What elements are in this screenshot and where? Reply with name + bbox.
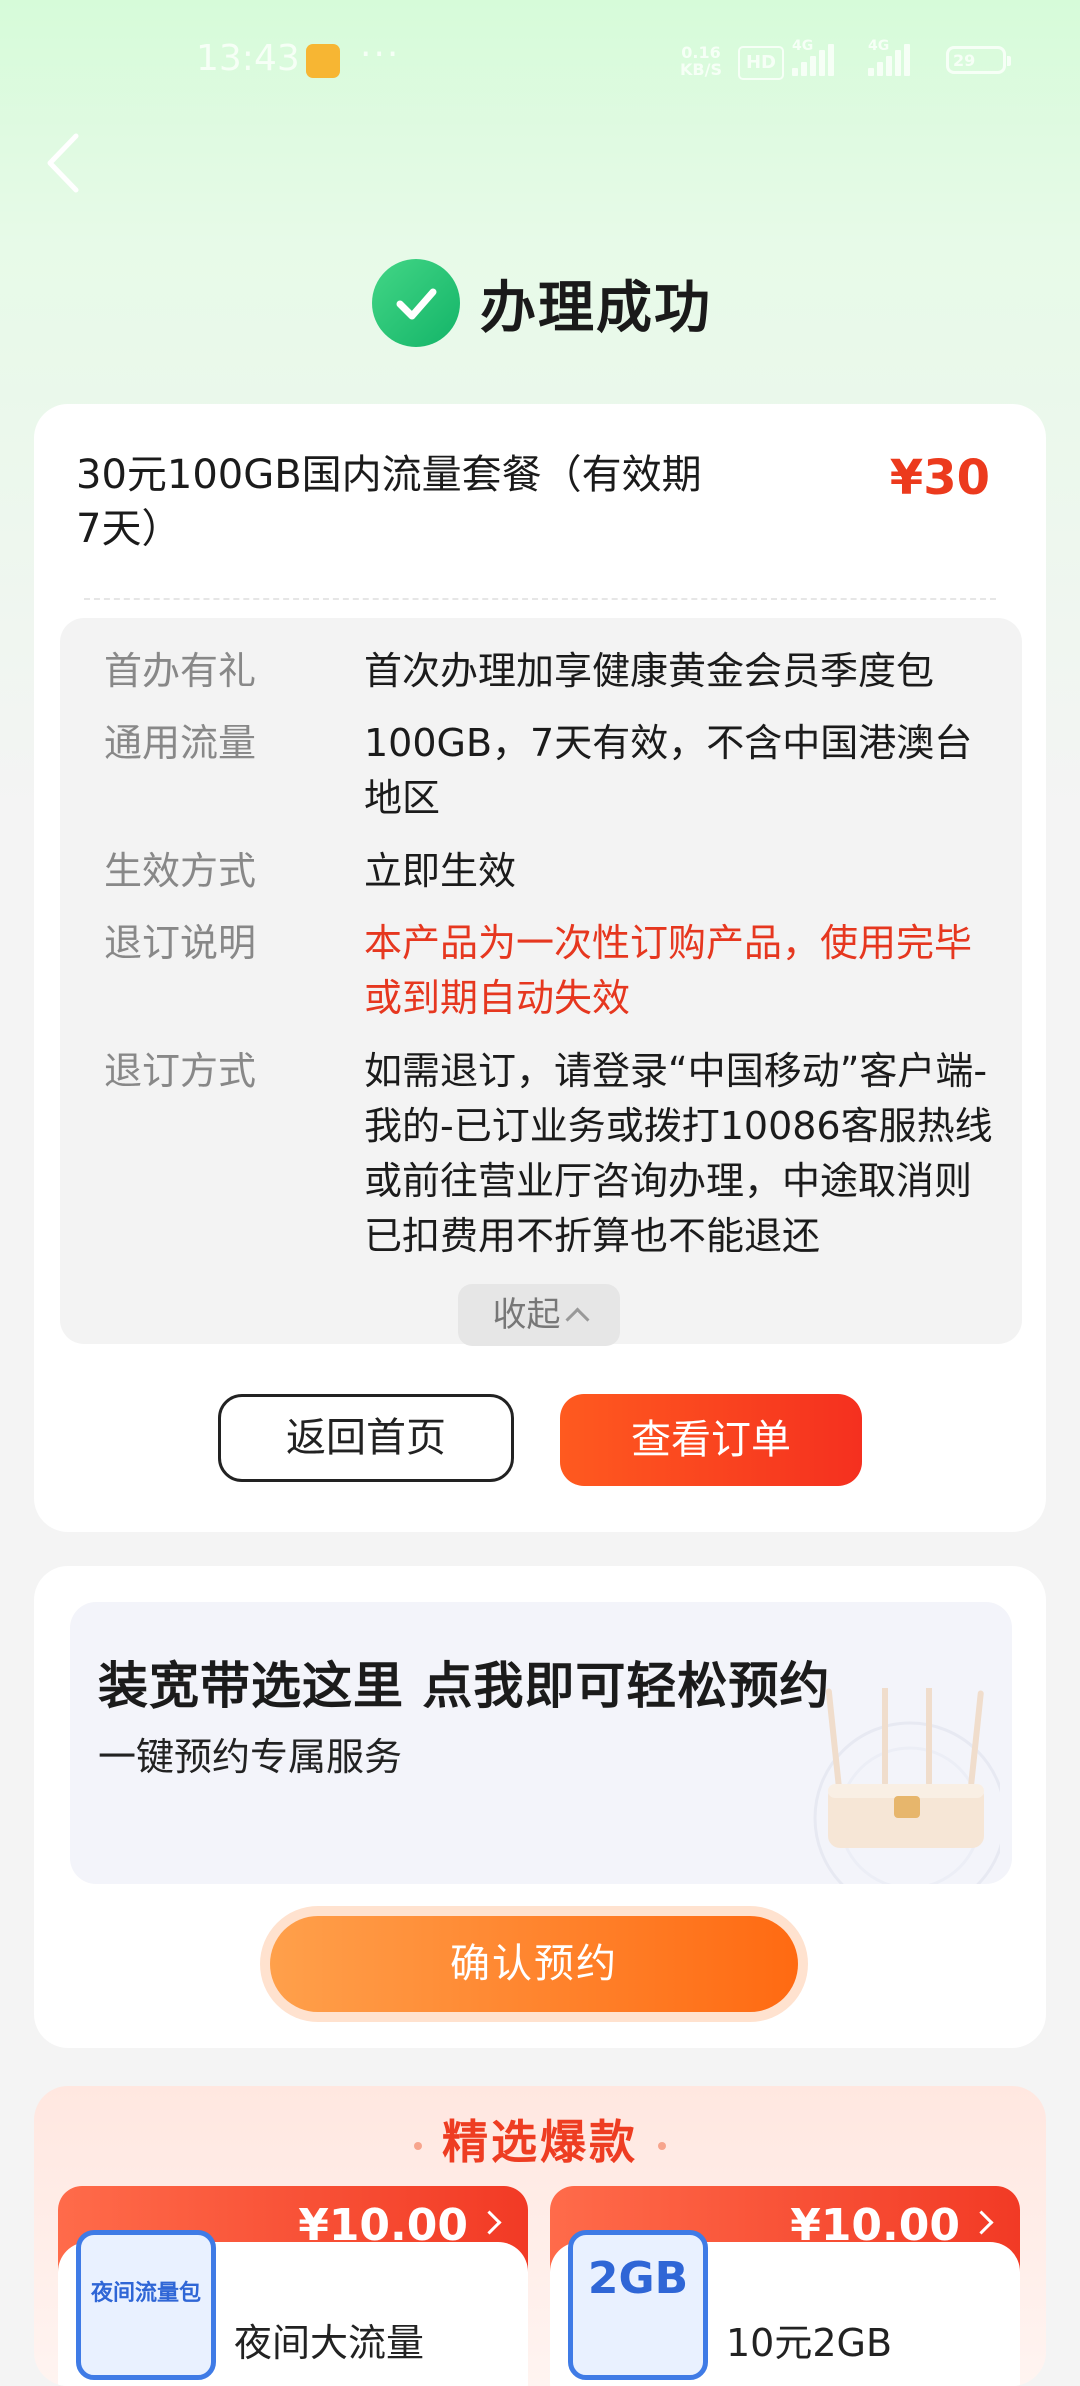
check-circle-icon: [372, 259, 460, 347]
detail-key: 首办有礼: [104, 649, 257, 693]
confirm-reservation-button-wrap: 确认预约: [260, 1906, 808, 2022]
notes-app-icon: [306, 44, 340, 78]
thumb-label: 夜间流量包: [90, 2281, 201, 2306]
success-header: 办理成功: [372, 258, 712, 348]
success-title: 办理成功: [480, 275, 712, 341]
hot-picks-title-text: 精选爆款: [442, 2115, 638, 2169]
network-speed: 0.16 KB/S: [680, 44, 722, 78]
data-pack-2gb-icon: 2GB: [568, 2230, 708, 2380]
sparkle-icon: [414, 2141, 422, 2150]
night-data-pack-icon: 夜间流量包: [76, 2230, 216, 2380]
network-speed-value: 0.16: [681, 43, 721, 62]
back-button[interactable]: [40, 128, 90, 198]
detail-value: 首次办理加享健康黄金会员季度包: [364, 649, 935, 693]
detail-key: 退订方式: [104, 1049, 257, 1093]
broadband-booking-card: 装宽带选这里 点我即可轻松预约 一键预约专属服务 确认预约: [34, 1566, 1046, 2048]
order-details-panel: 首办有礼 首次办理加享健康黄金会员季度包 通用流量 100GB，7天有效，不含中…: [60, 618, 1022, 1346]
detail-key: 生效方式: [104, 849, 257, 893]
hot-picks-section: 精选爆款 ¥10.00 夜间流量包 夜间大流量 ¥10.00 2GB 10元2G…: [34, 2086, 1046, 2386]
product-price: ¥30: [889, 450, 990, 506]
product-name: 30元100GB国内流量套餐（有效期7天）: [76, 452, 702, 552]
hot-pick-card-2[interactable]: ¥10.00 2GB 10元2GB: [550, 2186, 1020, 2386]
thumb-label: 2GB: [587, 2253, 689, 2304]
signal-icon-sim1: 4G: [792, 38, 834, 76]
network-speed-unit: KB/S: [680, 60, 722, 79]
chevron-up-icon: [564, 1307, 590, 1332]
confirm-reservation-button[interactable]: 确认预约: [270, 1916, 798, 2012]
battery-level: 29: [953, 51, 976, 70]
back-to-home-button[interactable]: 返回首页: [218, 1394, 514, 1482]
collapse-label: 收起: [492, 1295, 561, 1335]
detail-value: 立即生效: [364, 849, 517, 893]
hot-picks-title: 精选爆款: [34, 2106, 1046, 2172]
signal1-label: 4G: [792, 38, 814, 54]
view-order-button[interactable]: 查看订单: [560, 1394, 862, 1486]
signal2-label: 4G: [868, 38, 890, 54]
router-icon: [813, 1688, 1000, 1884]
order-summary-card: 30元100GB国内流量套餐（有效期7天） ¥30 首办有礼 首次办理加享健康黄…: [34, 404, 1046, 1532]
detail-value-warning: 本产品为一次性订购产品，使用完毕或到期自动失效: [364, 921, 973, 1020]
sparkle-icon: [658, 2141, 666, 2150]
signal-icon-sim2: 4G: [868, 38, 910, 76]
hot-pick-card-1[interactable]: ¥10.00 夜间流量包 夜间大流量: [58, 2186, 528, 2386]
status-bar: 13:43 ··· 0.16 KB/S HD 4G 4G 29: [0, 0, 1080, 120]
detail-value: 100GB，7天有效，不含中国港澳台地区: [364, 721, 973, 820]
broadband-title: 装宽带选这里 点我即可轻松预约: [98, 1657, 831, 1715]
status-time: 13:43: [196, 38, 300, 79]
collapse-button[interactable]: 收起: [458, 1284, 620, 1346]
divider: [84, 598, 996, 600]
battery-icon: 29: [946, 46, 1011, 74]
hd-voice-icon: HD: [738, 46, 784, 80]
detail-key: 通用流量: [104, 721, 257, 765]
chevron-left-icon: [47, 133, 79, 193]
detail-key: 退订说明: [104, 921, 257, 965]
more-notifications-icon: ···: [360, 34, 401, 75]
broadband-subtitle: 一键预约专属服务: [98, 1735, 403, 1779]
detail-value: 如需退订，请登录“中国移动”客户端-我的-已订业务或拨打10086客服热线或前往…: [364, 1049, 993, 1258]
broadband-banner[interactable]: 装宽带选这里 点我即可轻松预约 一键预约专属服务: [70, 1602, 1012, 1884]
